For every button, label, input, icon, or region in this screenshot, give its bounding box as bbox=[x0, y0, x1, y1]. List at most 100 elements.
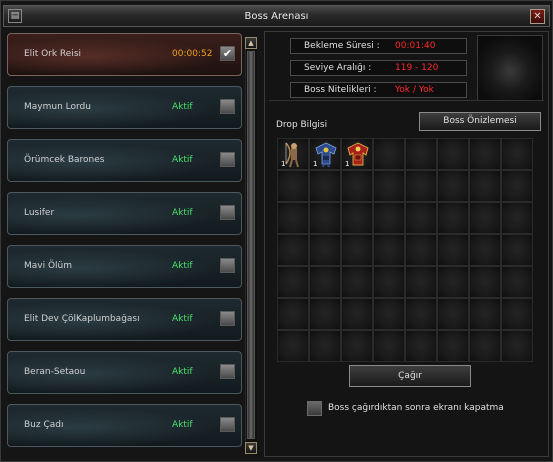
drop-slot[interactable] bbox=[437, 202, 469, 234]
divider bbox=[269, 100, 544, 101]
drop-slot[interactable] bbox=[341, 170, 373, 202]
boss-checkbox[interactable] bbox=[220, 99, 235, 114]
drop-slot[interactable] bbox=[405, 330, 437, 362]
boss-item-buz-cadi[interactable]: Buz Çadı Aktif bbox=[7, 404, 242, 447]
drop-slot[interactable] bbox=[309, 266, 341, 298]
boss-requirements-label: Boss Nitelikleri : bbox=[304, 85, 377, 95]
boss-timer: 00:00:52 bbox=[172, 49, 213, 59]
drop-slot[interactable] bbox=[309, 170, 341, 202]
scroll-down-button[interactable]: ▼ bbox=[245, 442, 257, 454]
boss-checkbox[interactable] bbox=[220, 364, 235, 379]
drop-slot[interactable] bbox=[469, 266, 501, 298]
drop-slot[interactable] bbox=[437, 138, 469, 170]
drop-slot[interactable] bbox=[341, 298, 373, 330]
drop-slot[interactable] bbox=[373, 298, 405, 330]
level-range-row: Seviye Aralığı : 119 - 120 bbox=[290, 60, 467, 76]
drop-slot[interactable] bbox=[341, 330, 373, 362]
boss-checkbox[interactable] bbox=[220, 258, 235, 273]
boss-name: Buz Çadı bbox=[24, 420, 64, 430]
drop-slot[interactable] bbox=[341, 266, 373, 298]
boss-checkbox[interactable] bbox=[220, 417, 235, 432]
boss-status: Aktif bbox=[172, 155, 193, 165]
drop-slot[interactable] bbox=[405, 202, 437, 234]
boss-checkbox[interactable] bbox=[220, 152, 235, 167]
boss-name: Maymun Lordu bbox=[24, 102, 91, 112]
boss-status: Aktif bbox=[172, 314, 193, 324]
boss-preview-button[interactable]: Boss Önizlemesi bbox=[419, 112, 541, 131]
boss-list: Elit Ork Reisi 00:00:52 ✔ Maymun Lordu A… bbox=[4, 31, 243, 461]
drop-slot[interactable]: 1 bbox=[341, 138, 373, 170]
drop-slot[interactable] bbox=[405, 138, 437, 170]
drop-slot[interactable] bbox=[405, 170, 437, 202]
drop-slot[interactable] bbox=[341, 234, 373, 266]
drop-slot[interactable] bbox=[373, 202, 405, 234]
drop-slot[interactable] bbox=[309, 298, 341, 330]
drop-slot[interactable] bbox=[437, 330, 469, 362]
drop-count: 1 bbox=[313, 160, 318, 168]
drop-slot[interactable] bbox=[309, 330, 341, 362]
boss-requirements-row: Boss Nitelikleri : Yok / Yok bbox=[290, 82, 467, 98]
boss-name: Elit Dev ÇölKaplumbağası bbox=[24, 314, 140, 324]
window-title: Boss Arenası bbox=[244, 11, 309, 22]
boss-checkbox[interactable] bbox=[220, 205, 235, 220]
drop-slot[interactable] bbox=[469, 138, 501, 170]
boss-checkbox[interactable] bbox=[220, 311, 235, 326]
boss-item-orumcek-barones[interactable]: Örümcek Barones Aktif bbox=[7, 139, 242, 182]
drop-slot[interactable] bbox=[501, 202, 533, 234]
boss-arena-window: ▤ Boss Arenası ✕ Elit Ork Reisi 00:00:52… bbox=[0, 0, 553, 462]
keep-window-open-checkbox[interactable] bbox=[307, 401, 322, 416]
drop-slot[interactable]: 1 bbox=[309, 138, 341, 170]
drop-slot[interactable] bbox=[405, 266, 437, 298]
scroll-thumb[interactable] bbox=[247, 51, 255, 439]
title-bar[interactable]: ▤ Boss Arenası ✕ bbox=[3, 5, 550, 27]
wait-time-label: Bekleme Süresi : bbox=[304, 41, 380, 51]
drop-slot[interactable] bbox=[405, 298, 437, 330]
drop-slot[interactable] bbox=[501, 170, 533, 202]
drop-slot[interactable] bbox=[437, 170, 469, 202]
drop-slot[interactable] bbox=[437, 234, 469, 266]
drop-slot[interactable] bbox=[341, 202, 373, 234]
wait-time-row: Bekleme Süresi : 00:01:40 bbox=[290, 38, 467, 54]
drop-slot[interactable] bbox=[501, 266, 533, 298]
drop-slot[interactable] bbox=[405, 234, 437, 266]
drop-slot[interactable] bbox=[277, 298, 309, 330]
drop-slot[interactable] bbox=[469, 202, 501, 234]
boss-item-beran-setaou[interactable]: Beran-Setaou Aktif bbox=[7, 351, 242, 394]
boss-item-lusifer[interactable]: Lusifer Aktif bbox=[7, 192, 242, 235]
drop-count: 1 bbox=[281, 160, 286, 168]
close-button[interactable]: ✕ bbox=[530, 9, 545, 24]
drop-slot[interactable] bbox=[437, 266, 469, 298]
drop-count: 1 bbox=[345, 160, 350, 168]
drop-slot[interactable] bbox=[373, 138, 405, 170]
boss-checkbox[interactable]: ✔ bbox=[220, 46, 235, 61]
drop-slot[interactable] bbox=[309, 202, 341, 234]
drop-slot[interactable] bbox=[277, 202, 309, 234]
boss-item-elit-dev-col-kaplumbagasi[interactable]: Elit Dev ÇölKaplumbağası Aktif bbox=[7, 298, 242, 341]
drop-slot[interactable] bbox=[309, 234, 341, 266]
drop-slot[interactable] bbox=[373, 234, 405, 266]
scroll-up-button[interactable]: ▲ bbox=[245, 37, 257, 49]
drop-slot[interactable] bbox=[437, 298, 469, 330]
drop-slot[interactable] bbox=[469, 298, 501, 330]
drop-slot[interactable]: 1 bbox=[277, 138, 309, 170]
drop-slot[interactable] bbox=[277, 170, 309, 202]
drop-slot[interactable] bbox=[501, 138, 533, 170]
drop-slot[interactable] bbox=[277, 330, 309, 362]
drop-slot[interactable] bbox=[373, 266, 405, 298]
drop-info-label: Drop Bilgisi bbox=[276, 120, 328, 130]
drop-slot[interactable] bbox=[277, 266, 309, 298]
drop-slot[interactable] bbox=[373, 170, 405, 202]
drop-slot[interactable] bbox=[501, 298, 533, 330]
drop-slot[interactable] bbox=[277, 234, 309, 266]
summon-button[interactable]: Çağır bbox=[349, 365, 471, 387]
drop-slot[interactable] bbox=[501, 330, 533, 362]
drop-slot[interactable] bbox=[373, 330, 405, 362]
drop-slot[interactable] bbox=[469, 170, 501, 202]
drop-slot[interactable] bbox=[469, 330, 501, 362]
boss-item-mavi-olum[interactable]: Mavi Ölüm Aktif bbox=[7, 245, 242, 288]
boss-status: Aktif bbox=[172, 102, 193, 112]
boss-item-elit-ork-reisi[interactable]: Elit Ork Reisi 00:00:52 ✔ bbox=[7, 33, 242, 76]
drop-slot[interactable] bbox=[469, 234, 501, 266]
drop-slot[interactable] bbox=[501, 234, 533, 266]
boss-item-maymun-lordu[interactable]: Maymun Lordu Aktif bbox=[7, 86, 242, 129]
